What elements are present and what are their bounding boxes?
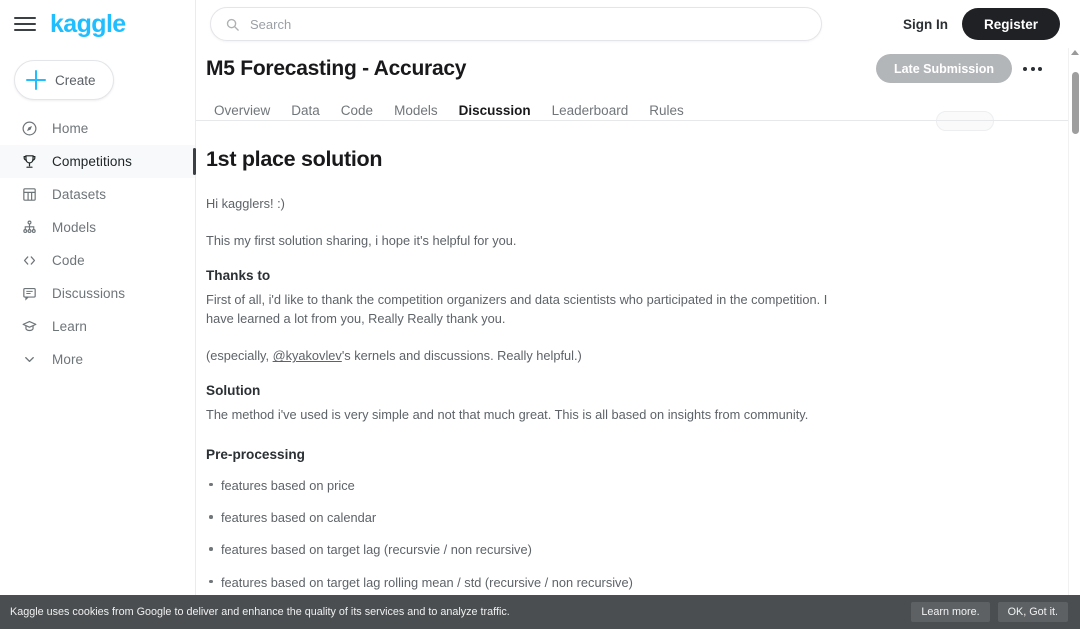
list-item: features based on target lag (recursvie …: [206, 540, 896, 559]
sidebar-item-learn[interactable]: Learn: [0, 310, 195, 343]
table-icon: [18, 184, 40, 206]
list-item: features based on target lag rolling mea…: [206, 573, 896, 592]
header-divider: [196, 120, 1068, 121]
sidebar-item-label: Models: [52, 220, 97, 235]
chevron-down-icon: [18, 349, 40, 371]
sidebar-item-home[interactable]: Home: [0, 112, 195, 145]
create-button-label: Create: [55, 72, 96, 88]
sidebar-item-datasets[interactable]: Datasets: [0, 178, 195, 211]
sign-in-link[interactable]: Sign In: [903, 17, 948, 32]
late-submission-button[interactable]: Late Submission: [875, 54, 1012, 83]
cookie-banner-actions: Learn more. OK, Got it.: [911, 602, 1068, 622]
search-input[interactable]: [250, 16, 787, 32]
sidebar-item-label: Datasets: [52, 187, 107, 202]
page-title: M5 Forecasting - Accuracy: [206, 56, 467, 80]
sidebar-item-models[interactable]: Models: [0, 211, 195, 244]
sidebar-item-label: Home: [52, 121, 89, 136]
sidebar-item-label: More: [52, 352, 84, 367]
sidebar-header: kaggle: [0, 0, 195, 48]
plus-icon: [26, 70, 46, 90]
especially-suffix: 's kernels and discussions. Really helpf…: [341, 348, 582, 364]
sidebar-item-code[interactable]: Code: [0, 244, 195, 277]
sidebar-item-label: Learn: [52, 319, 88, 334]
search-icon: [225, 17, 240, 32]
post-title: 1st place solution: [206, 147, 383, 171]
hamburger-icon[interactable]: [14, 13, 36, 35]
solution-body: The method i've used is very simple and …: [206, 407, 809, 423]
post-greeting: Hi kagglers! :): [206, 196, 285, 211]
main-panel: Sign In Register M5 Forecasting - Accura…: [196, 0, 1080, 629]
post-intro: This my first solution sharing, i hope i…: [206, 232, 517, 248]
sidebar: kaggle Create Home Competitions Datasets…: [0, 0, 196, 629]
kaggle-page: kaggle Create Home Competitions Datasets…: [0, 0, 1080, 629]
list-item: features based on calendar: [206, 508, 896, 527]
competition-title-row: M5 Forecasting - Accuracy Late Submissio…: [206, 54, 1066, 83]
kaggle-logo[interactable]: kaggle: [50, 11, 126, 37]
register-button[interactable]: Register: [961, 8, 1060, 40]
solution-heading: Solution: [206, 383, 261, 399]
sidebar-nav: Home Competitions Datasets Models Code D…: [0, 112, 196, 376]
more-horizontal-icon[interactable]: [1021, 61, 1044, 77]
discussion-scroll-area: 1st place solution Hi kagglers! :) This …: [196, 121, 1068, 629]
sidebar-item-discussions[interactable]: Discussions: [0, 277, 195, 310]
especially-prefix: (especially,: [206, 348, 273, 364]
compass-icon: [18, 118, 40, 140]
code-brackets-icon: [18, 250, 40, 272]
cookie-consent-banner: Kaggle uses cookies from Google to deliv…: [0, 595, 1080, 629]
sidebar-item-competitions[interactable]: Competitions: [0, 145, 196, 178]
scroll-up-arrow-icon[interactable]: [1071, 50, 1079, 55]
preprocessing-list: features based on price features based o…: [206, 476, 896, 592]
discussion-post: 1st place solution Hi kagglers! :) This …: [196, 121, 896, 629]
trophy-icon: [18, 151, 40, 173]
sidebar-item-label: Competitions: [52, 154, 132, 169]
user-mention-link[interactable]: @kyakovlev: [273, 348, 342, 363]
competition-actions: Late Submission: [875, 54, 1066, 83]
auth-actions: Sign In Register: [903, 8, 1066, 40]
search-bar[interactable]: [210, 7, 822, 41]
model-graph-icon: [18, 217, 40, 239]
cookie-banner-text: Kaggle uses cookies from Google to deliv…: [10, 606, 510, 618]
preprocessing-heading: Pre-processing: [206, 446, 305, 462]
sidebar-item-label: Code: [52, 253, 85, 268]
graduation-cap-icon: [18, 316, 40, 338]
sidebar-item-more[interactable]: More: [0, 343, 195, 376]
scrollbar-thumb[interactable]: [1071, 72, 1079, 134]
learn-more-button[interactable]: Learn more.: [911, 602, 990, 622]
speech-bubble-icon: [18, 283, 40, 305]
vertical-scrollbar[interactable]: [1068, 48, 1080, 629]
thanks-body: First of all, i'd like to thank the comp…: [206, 291, 828, 327]
thanks-heading: Thanks to: [206, 267, 271, 283]
create-button[interactable]: Create: [14, 60, 114, 100]
top-bar: Sign In Register: [196, 0, 1080, 48]
accept-cookies-button[interactable]: OK, Got it.: [997, 602, 1068, 622]
list-item: features based on price: [206, 476, 896, 495]
floating-action-pill[interactable]: [936, 111, 994, 131]
especially-line: (especially, @kyakovlev's kernels and di…: [206, 346, 854, 366]
sidebar-item-label: Discussions: [52, 286, 126, 301]
